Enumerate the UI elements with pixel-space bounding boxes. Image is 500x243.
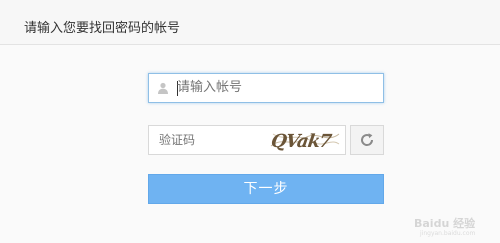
- page-header: 请输入您要找回密码的帐号: [0, 0, 500, 45]
- watermark-logo: Baidu 经验: [414, 216, 476, 230]
- account-input[interactable]: [177, 74, 377, 102]
- find-password-form: QVak7 下一步: [0, 45, 500, 243]
- account-field[interactable]: [148, 73, 384, 103]
- page-title: 请输入您要找回密码的帐号: [24, 21, 181, 36]
- captcha-image: QVak7: [269, 128, 341, 152]
- captcha-text: QVak7: [270, 131, 334, 152]
- baidu-jingyan-watermark: Baidu 经验 jingyan.baidu.com: [414, 216, 476, 237]
- find-password-page: 请输入您要找回密码的帐号 QVak7 下一: [0, 0, 500, 243]
- user-icon: [158, 82, 168, 94]
- refresh-icon: [361, 133, 374, 146]
- captcha-input[interactable]: [159, 126, 259, 154]
- refresh-captcha-button[interactable]: [350, 125, 384, 155]
- captcha-field[interactable]: QVak7: [148, 125, 346, 155]
- watermark-subtext: jingyan.baidu.com: [419, 230, 476, 237]
- next-step-button[interactable]: 下一步: [148, 174, 384, 204]
